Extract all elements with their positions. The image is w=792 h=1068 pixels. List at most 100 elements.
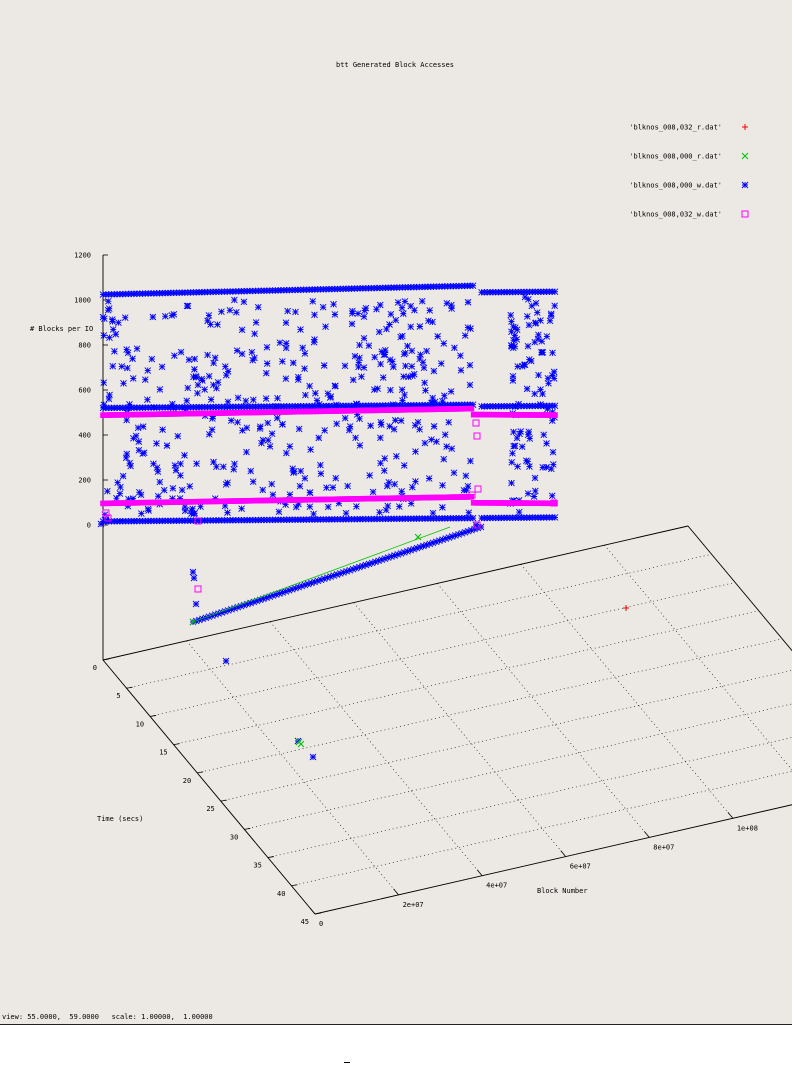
data-point [351,352,359,360]
series-blknos-008-000-w [97,282,559,761]
data-point [518,443,526,451]
data-point [112,330,120,338]
data-point [266,443,274,450]
y-tick [126,686,133,689]
data-point [319,303,327,311]
legend-entry: 'blknos_008,000_r.dat' [629,153,749,161]
data-point [421,379,428,387]
data-point [139,423,147,430]
data-point [515,400,522,408]
data-point [623,605,629,611]
data-point [297,326,304,333]
data-point [156,478,164,486]
y-tick-label: 45 [301,918,309,926]
data-point [323,484,330,491]
data-point [115,319,122,326]
data-point [243,448,250,456]
data-point [191,366,198,373]
data-point [160,486,168,494]
data-point [211,354,219,362]
data-point [447,388,455,395]
data-point [310,510,317,518]
data-point [551,514,559,521]
data-point [233,347,241,354]
data-point [117,483,124,491]
y-tick-label: 10 [136,720,144,728]
data-point [524,490,532,497]
y-tick-label: 30 [230,833,238,841]
data-point [369,488,377,496]
data-point [306,489,314,496]
data-point [138,510,145,517]
data-point [227,417,235,424]
data-point [408,363,416,370]
status-bar: view: 55.0000, 59.0000 scale: 1.00000, 1… [2,1013,213,1021]
data-point [159,426,166,433]
data-point [333,420,340,428]
data-point [301,365,308,372]
data-point [154,468,162,475]
data-point [297,740,305,748]
data-point [205,372,213,380]
data-point [360,313,368,320]
data-point [209,415,216,422]
plot-window[interactable]: btt Generated Block Accesses 0 200 400 600 8… [0,0,792,1025]
data-point [169,485,177,492]
data-point [440,455,448,463]
data-point [525,321,533,329]
data-point [409,483,416,491]
data-point [399,397,406,404]
y-tick-label: 20 [183,777,191,785]
data-point [401,391,408,399]
data-point [279,420,286,428]
x-tick-label: 8e+07 [653,843,674,851]
data-point [214,321,221,328]
data-point [464,298,472,306]
legend-label: 'blknos_008,032_r.dat' [629,124,722,132]
x-tick-label: 2e+07 [403,901,424,909]
data-point [106,391,113,399]
data-point [239,427,246,434]
data-point [331,382,339,390]
data-point [355,359,363,366]
y-tick-label: 35 [253,862,261,870]
data-point [384,502,392,510]
data-point [532,299,540,307]
data-point [156,386,164,393]
data-point [269,491,277,499]
data-point [540,431,548,439]
data-point [133,345,141,353]
legend: 'blknos_008,032_r.dat' 'blknos_008,000_r.… [629,124,749,219]
data-point [310,338,318,346]
data-point [523,313,531,320]
data-point [399,332,406,340]
data-point [273,414,281,422]
data-point [295,425,303,433]
data-point [420,364,428,372]
data-point [430,423,438,430]
z-tick-label: 800 [78,342,91,350]
chart-3d-scatter[interactable]: btt Generated Block Accesses 02004006008… [0,0,792,1024]
data-point [330,300,337,308]
data-point [177,472,184,479]
data-point [118,363,126,370]
data-point [309,298,317,305]
x-tick [727,812,734,819]
data-point [401,298,409,305]
data-point [268,480,276,488]
data-point [161,312,169,320]
data-point [210,458,217,466]
data-point [232,308,240,316]
data-point [301,475,309,482]
data-point [508,458,516,466]
data-point [181,507,189,515]
data-point [387,386,394,394]
data-point [104,298,112,305]
data-point [210,381,217,389]
data-point [366,472,373,479]
data-point [230,466,238,473]
data-point [210,359,217,367]
data-point [429,509,437,517]
data-point [184,384,192,392]
y-tick [291,884,298,887]
